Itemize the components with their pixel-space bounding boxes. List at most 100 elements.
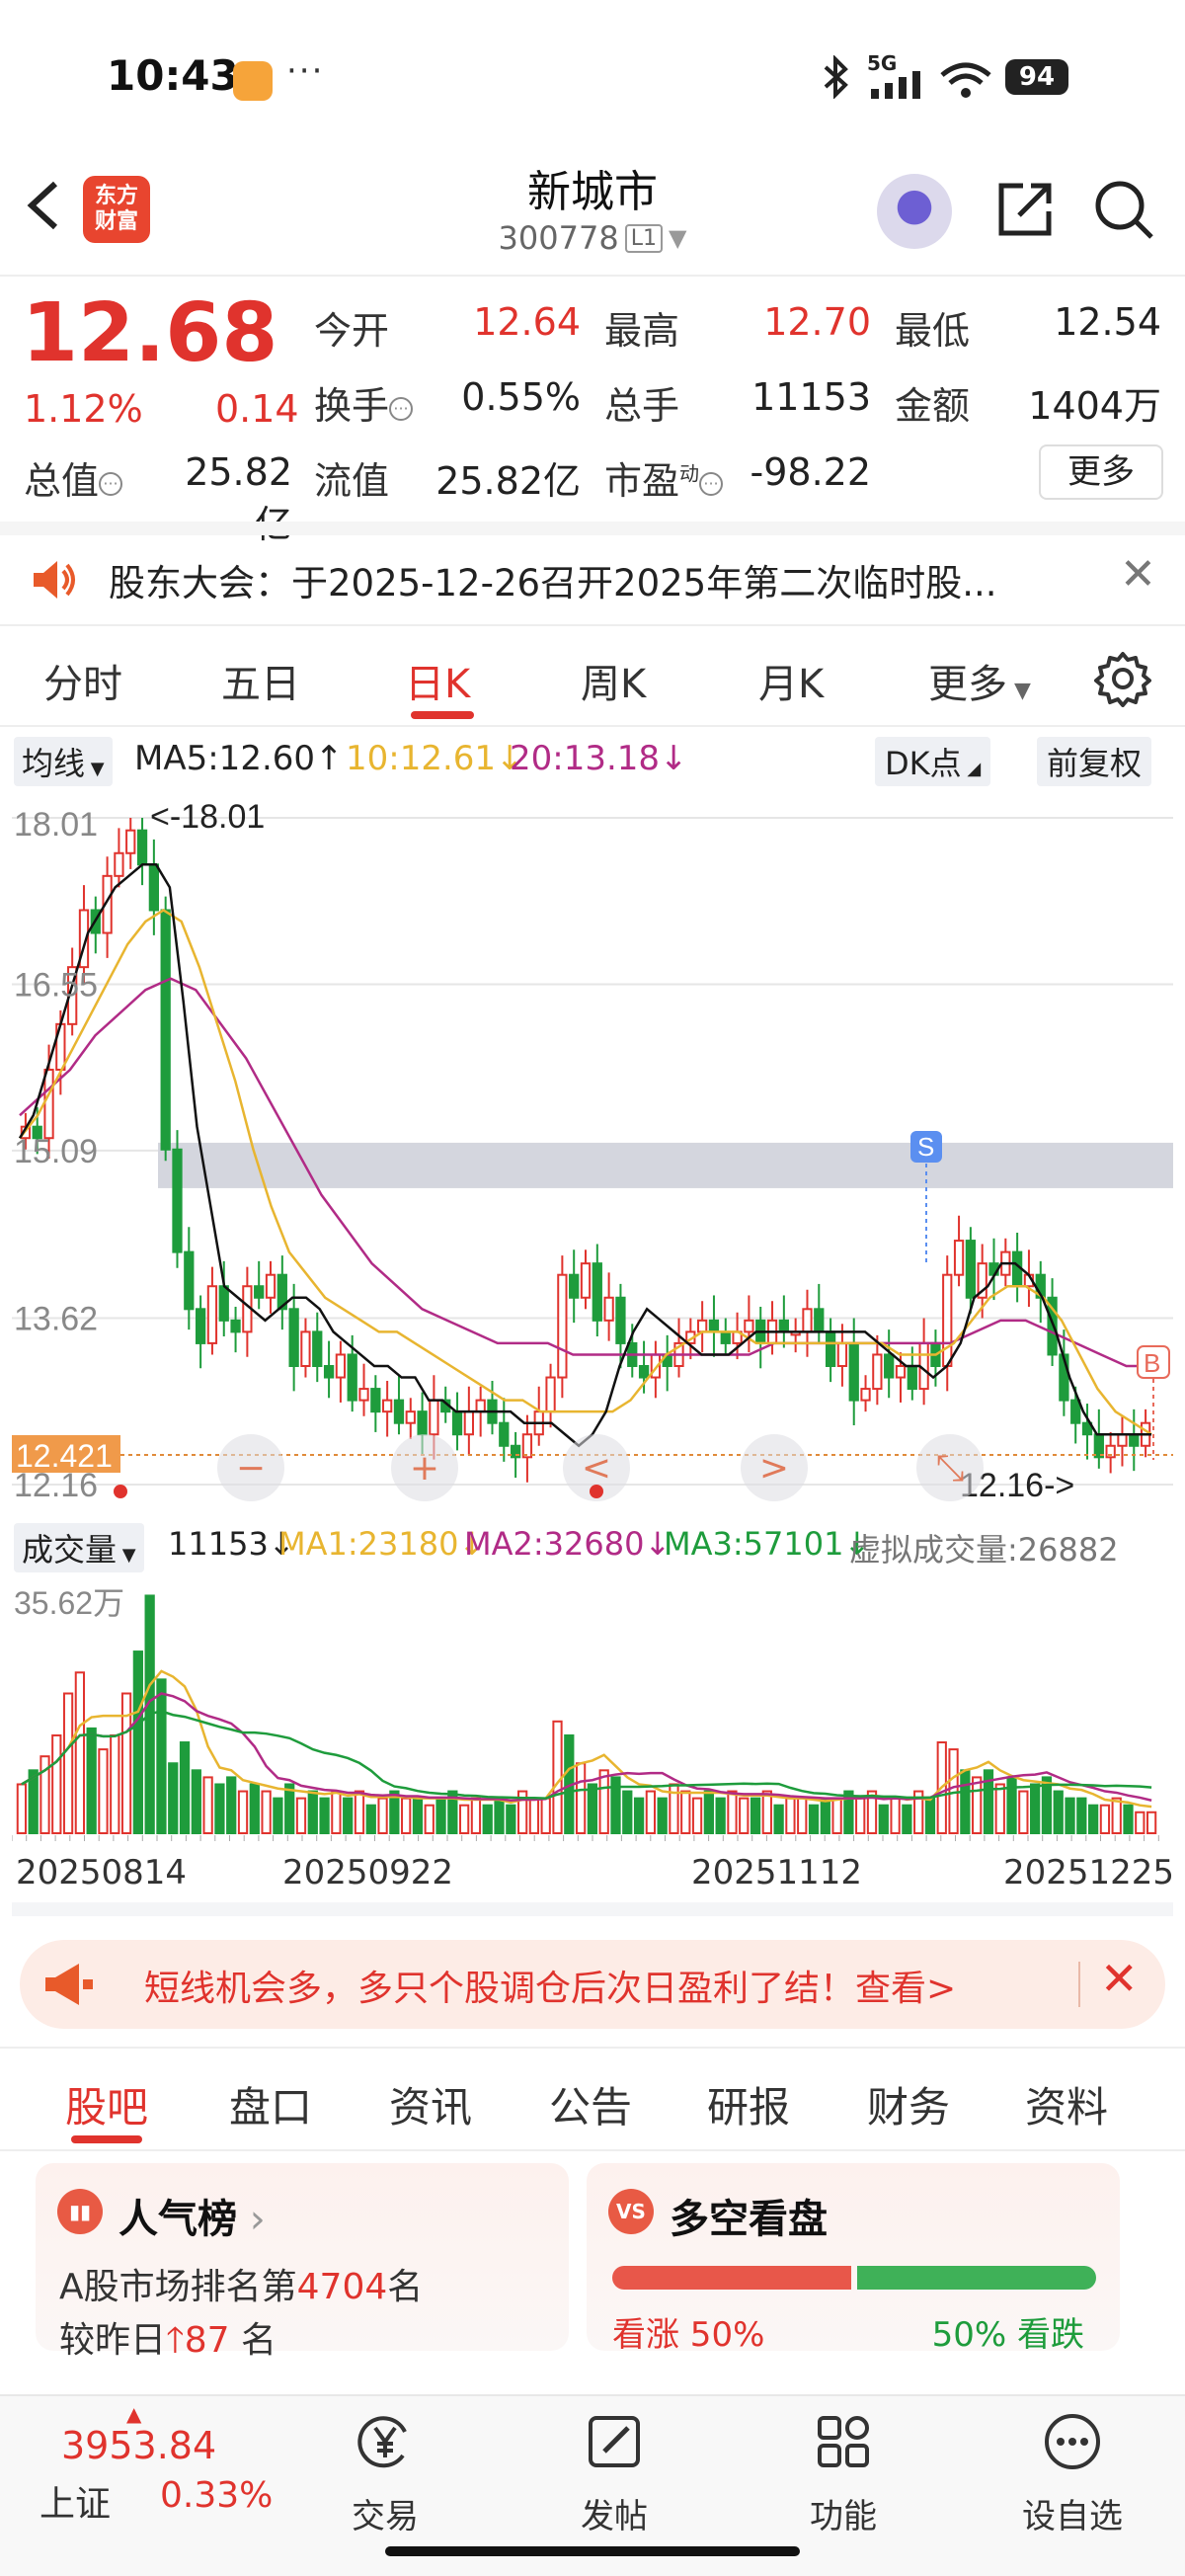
popularity-title: 人气榜 — [118, 2197, 237, 2242]
tab-five-day[interactable]: 五日 — [221, 652, 300, 709]
vol-ma3: MA3:57101↓ — [664, 1525, 871, 1563]
candle-body — [114, 851, 124, 877]
volume-bar — [319, 1797, 330, 1835]
event-dot — [114, 1485, 127, 1498]
post-label: 发帖 — [581, 2497, 648, 2536]
candle-body — [312, 1330, 323, 1368]
change-percent: 1.12% — [24, 387, 143, 431]
stock-code-selector[interactable]: 300778 L1 ▼ — [395, 219, 790, 257]
close-icon[interactable]: ✕ — [1100, 1952, 1139, 2005]
tab-news[interactable]: 资讯 — [389, 2074, 472, 2134]
vol-ma2: MA2:32680↓ — [464, 1525, 672, 1563]
volume-bar — [412, 1797, 424, 1835]
vol-ma2-line — [21, 1692, 1152, 1803]
tab-more[interactable]: 更多 ▼ — [928, 652, 1031, 709]
volume-bar — [727, 1790, 738, 1835]
post-button[interactable]: 发帖 — [545, 2410, 683, 2537]
divider — [0, 2047, 1185, 2049]
pe-label[interactable]: 市盈动 ··· — [604, 450, 724, 505]
bar-chart-icon: ▮▮ — [57, 2189, 103, 2234]
ai-assistant-icon[interactable] — [877, 174, 952, 249]
indicator-select[interactable]: 成交量 ▼ — [14, 1523, 144, 1572]
candle-body — [184, 1250, 195, 1311]
candle-body — [895, 1365, 907, 1379]
info-icon: ··· — [99, 471, 123, 496]
tab-monthly-k[interactable]: 月K — [758, 652, 824, 709]
back-button[interactable] — [20, 174, 79, 243]
tab-order-book[interactable]: 盘口 — [229, 2074, 312, 2134]
divider — [1078, 1962, 1080, 2007]
volume-bar — [284, 1783, 295, 1835]
volume-bar — [1065, 1797, 1075, 1835]
volume-bar — [528, 1797, 540, 1835]
tab-financials[interactable]: 财务 — [867, 2074, 950, 2134]
caret-down-icon: ▼ — [117, 1545, 136, 1566]
share-button[interactable] — [993, 178, 1057, 241]
volume-bar — [761, 1790, 772, 1835]
candle-body — [136, 829, 148, 866]
tab-intraday[interactable]: 分时 — [43, 652, 122, 709]
level-badge: L1 — [624, 223, 663, 253]
search-button[interactable] — [1092, 178, 1155, 241]
divider — [0, 624, 1185, 626]
chart-control-button[interactable]: + — [391, 1434, 458, 1501]
bullish-bar — [612, 2266, 851, 2290]
candlestick-chart[interactable]: 18.0116.5515.0913.6212.16<-18.0112.16->1… — [12, 788, 1173, 1509]
volume-bar — [552, 1720, 563, 1834]
candle-body — [393, 1399, 405, 1424]
chart-settings-button[interactable] — [1094, 650, 1151, 707]
tab-daily-k[interactable]: 日K — [405, 652, 470, 709]
tab-profile[interactable]: 资料 — [1025, 2074, 1108, 2134]
market-cap-label[interactable]: 总值 ··· — [24, 450, 123, 505]
promo-banner[interactable]: 短线机会多，多只个股调仓后次日盈利了结！查看> ✕ — [20, 1940, 1165, 2029]
up-arrow-icon: ▲ — [126, 2402, 142, 2426]
chart-control-button[interactable]: > — [741, 1434, 808, 1501]
volume-bar — [261, 1790, 272, 1835]
candle-body — [265, 1273, 276, 1299]
turnover-label[interactable]: 换手 ··· — [314, 375, 414, 430]
tab-research[interactable]: 研报 — [707, 2074, 790, 2134]
volume-bar — [132, 1650, 143, 1834]
tab-forum[interactable]: 股吧 — [65, 2074, 148, 2134]
notice-bar[interactable]: 股东大会：于2025-12-26召开2025年第二次临时股... ✕ — [0, 535, 1185, 624]
candle-body — [744, 1319, 754, 1333]
corner-caret-icon: ◢ — [961, 759, 982, 779]
tab-weekly-k[interactable]: 周K — [581, 652, 646, 709]
close-icon[interactable]: ✕ — [1120, 549, 1156, 600]
date-tick: 20250814 — [16, 1853, 188, 1892]
rank-change-line: 较昨日🡑87 名 — [59, 2311, 276, 2375]
functions-label: 功能 — [810, 2497, 877, 2536]
candle-body — [300, 1330, 311, 1368]
chart-control-button[interactable]: ⤡ — [916, 1434, 984, 1501]
dk-label: DK点 — [885, 745, 962, 782]
volume-chart[interactable]: 35.62万 — [12, 1574, 1173, 1841]
volume-bar — [773, 1804, 784, 1835]
ma5-value: MA5:12.60↑ — [134, 739, 344, 778]
candle-body — [1093, 1433, 1104, 1459]
volume-bar — [1087, 1804, 1099, 1835]
price-adjust-button[interactable]: 前复权 — [1037, 737, 1152, 786]
volume-bar — [831, 1797, 842, 1835]
candle-body — [288, 1308, 299, 1367]
sentiment-card[interactable]: VS 多空看盘 看涨 50% 50% 看跌 — [587, 2163, 1120, 2355]
app-logo[interactable]: 东方 财富 — [83, 176, 150, 243]
versus-icon: VS — [608, 2189, 654, 2234]
add-watchlist-button[interactable]: 设自选 — [1003, 2410, 1142, 2537]
chart-control-button[interactable]: − — [217, 1434, 284, 1501]
search-icon — [1095, 181, 1153, 239]
bearish-label: 50% 看跌 — [931, 2315, 1084, 2355]
volume-bar — [820, 1797, 830, 1835]
logo-text-top: 东方 — [94, 184, 138, 208]
volume-bar — [179, 1741, 191, 1834]
popularity-card[interactable]: ▮▮ 人气榜 › A股市场排名第4704名 较昨日🡑87 名 — [36, 2163, 569, 2361]
dk-point-button[interactable]: DK点 ◢ — [875, 737, 991, 786]
header-divider — [0, 275, 1185, 277]
tab-announcements[interactable]: 公告 — [549, 2074, 632, 2134]
ma-type-select[interactable]: 均线 ▼ — [14, 737, 113, 786]
functions-button[interactable]: 功能 — [774, 2410, 912, 2537]
rank-suffix: 名 — [387, 2267, 424, 2307]
trade-button[interactable]: 交易 — [316, 2410, 454, 2537]
more-quote-button[interactable]: 更多 — [1039, 444, 1163, 500]
index-value[interactable]: 3953.84 — [61, 2424, 216, 2467]
ma-select-label: 均线 — [22, 745, 86, 782]
